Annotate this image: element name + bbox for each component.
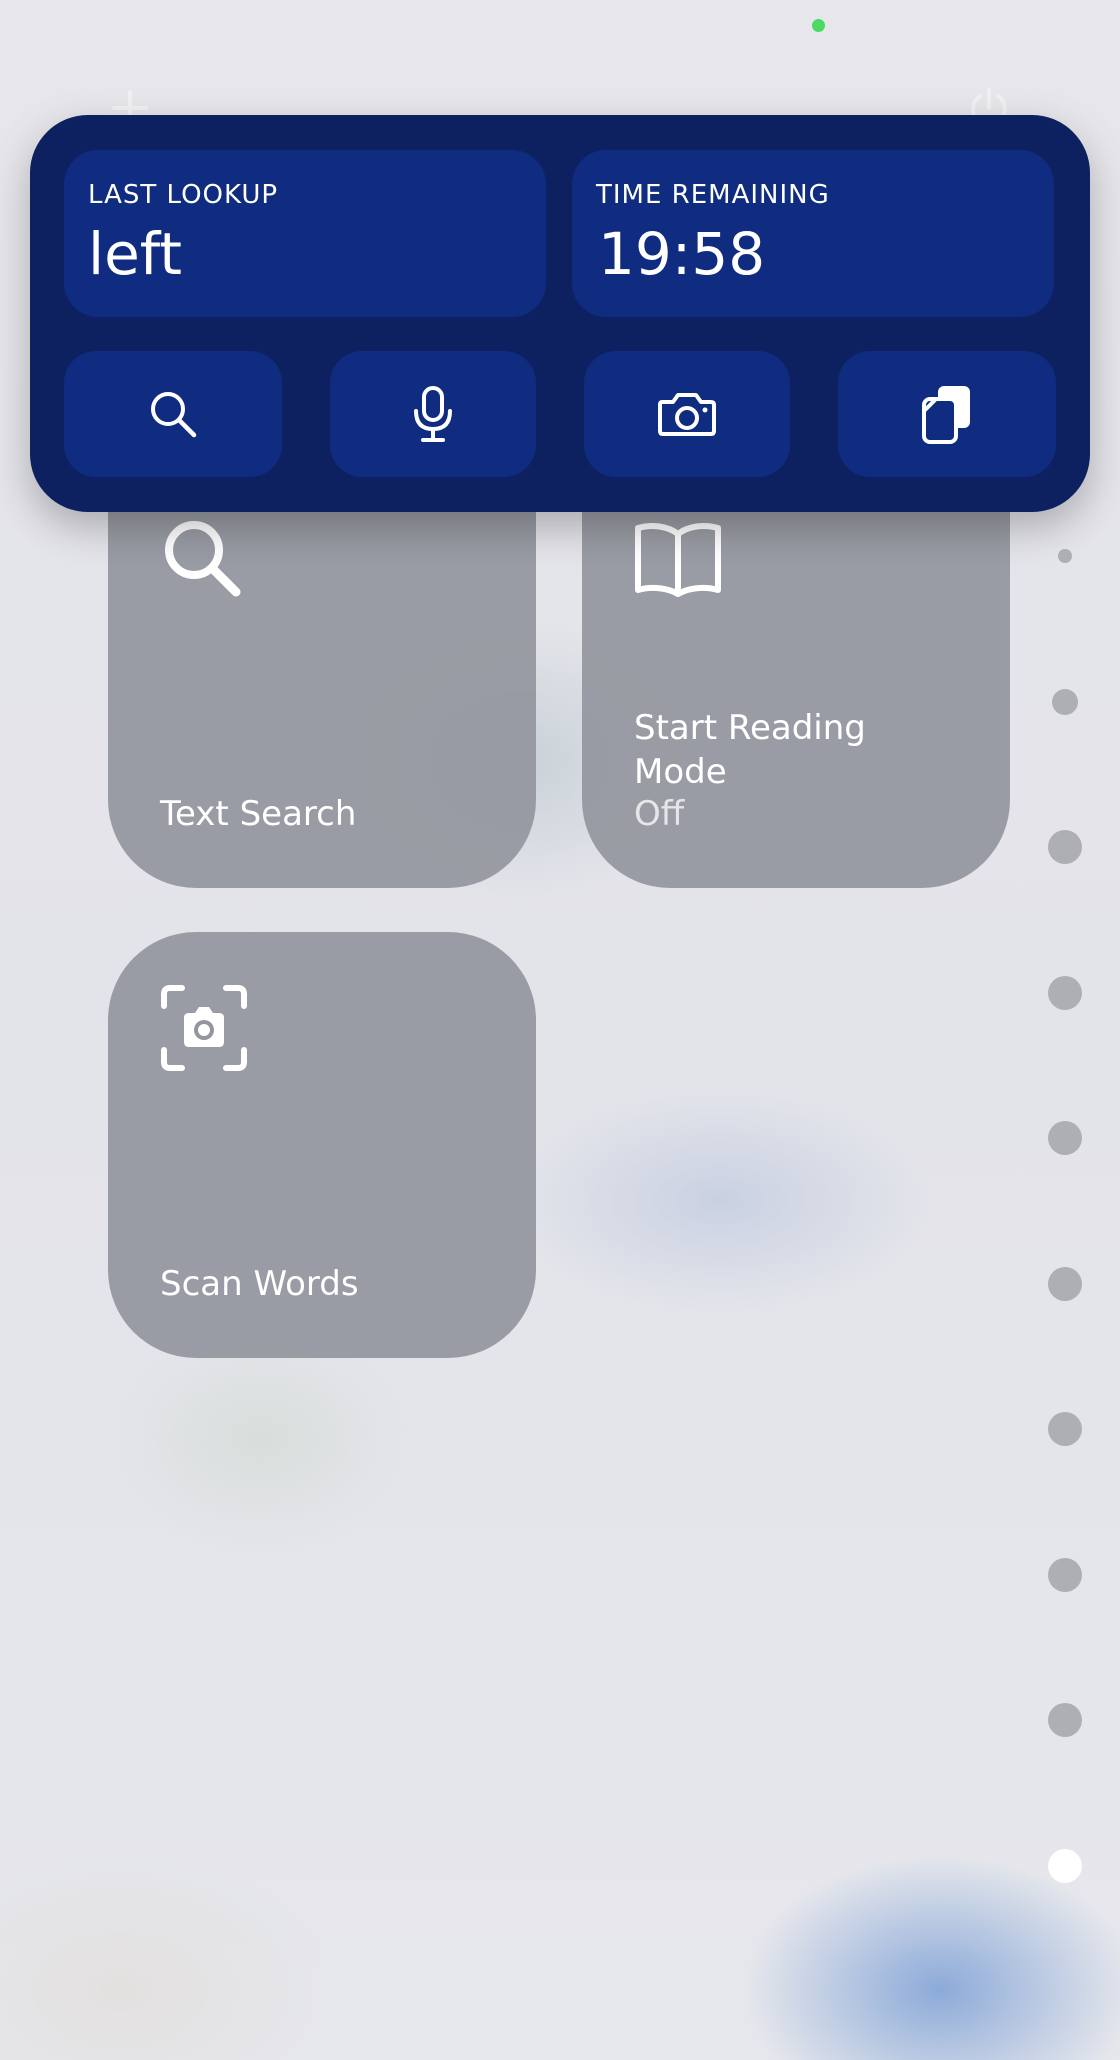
camera-scan-icon <box>161 985 247 1071</box>
page-dot[interactable] <box>1058 549 1072 563</box>
time-remaining-value: 19:58 <box>598 220 766 288</box>
camera-in-use-indicator <box>812 19 825 32</box>
search-button[interactable] <box>64 351 282 477</box>
search-icon <box>151 392 197 438</box>
camera-button[interactable] <box>584 351 790 477</box>
last-lookup-label: LAST LOOKUP <box>88 180 279 210</box>
microphone-icon <box>414 386 452 442</box>
text-search-label: Text Search <box>160 794 357 834</box>
start-reading-mode-tile[interactable]: Start Reading Mode Off <box>582 462 1010 888</box>
voice-search-button[interactable] <box>330 351 536 477</box>
camera-icon <box>658 393 716 436</box>
scan-words-label: Scan Words <box>160 1264 359 1304</box>
start-reading-mode-label: Start Reading Mode <box>634 708 866 792</box>
book-icon <box>635 523 721 597</box>
reading-mode-status: Off <box>634 794 685 834</box>
search-icon <box>165 521 241 597</box>
last-lookup-value: left <box>88 220 182 288</box>
page-dot[interactable] <box>1048 1412 1082 1446</box>
page-dot[interactable] <box>1048 830 1082 864</box>
text-search-tile[interactable]: Text Search <box>108 462 536 888</box>
clipboard-icon <box>922 386 970 444</box>
last-lookup-panel[interactable]: LAST LOOKUP left <box>64 150 546 317</box>
page-dot[interactable] <box>1048 975 1082 1010</box>
time-remaining-label: TIME REMAINING <box>596 180 830 210</box>
page-dot[interactable] <box>1048 1121 1082 1155</box>
page-dot-active[interactable] <box>1048 1848 1082 1883</box>
dictionary-widget[interactable]: LAST LOOKUP left TIME REMAINING 19:58 <box>30 115 1090 512</box>
time-remaining-panel[interactable]: TIME REMAINING 19:58 <box>572 150 1054 317</box>
page-dot[interactable] <box>1052 688 1078 715</box>
page-dot[interactable] <box>1048 1266 1082 1301</box>
page-dot[interactable] <box>1048 1703 1082 1737</box>
paste-button[interactable] <box>838 351 1056 477</box>
page-dot[interactable] <box>1048 1557 1082 1592</box>
scan-words-tile[interactable]: Scan Words <box>108 932 536 1358</box>
